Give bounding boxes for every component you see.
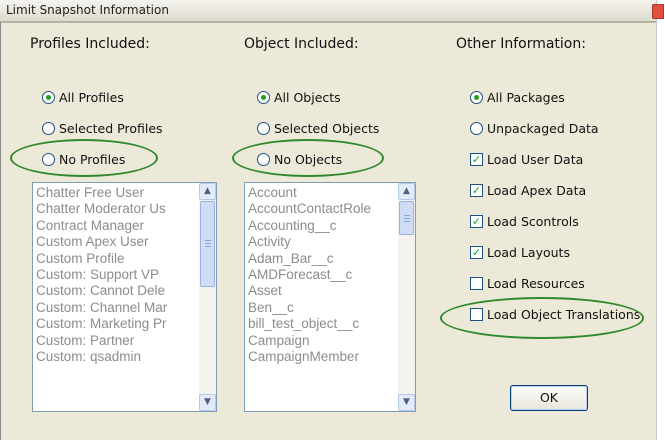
list-item[interactable]: CampaignMember (245, 349, 397, 365)
list-item[interactable]: Asset (245, 283, 397, 299)
checkbox-label: Load Layouts (487, 244, 570, 260)
checkbox-load-scontrols[interactable]: ✓ Load Scontrols (470, 211, 579, 231)
list-item[interactable]: Contract Manager (33, 218, 198, 234)
profiles-list-items: Chatter Free User Chatter Moderator Us Con… (33, 185, 198, 411)
checkbox-load-user-data[interactable]: ✓ Load User Data (470, 149, 583, 169)
radio-all-packages[interactable]: All Packages (470, 87, 565, 107)
checkmark-icon: ✓ (470, 152, 483, 166)
objects-heading: Object Included: (244, 36, 359, 52)
radio-label: Selected Profiles (59, 120, 163, 136)
list-item[interactable]: Campaign (245, 333, 397, 349)
other-heading: Other Information: (456, 36, 586, 52)
background-window-edge (655, 0, 665, 440)
objects-list-items: Account AccountContactRole Accounting__c Ac… (245, 185, 397, 411)
list-item[interactable]: AMDForecast__c (245, 267, 397, 283)
chevron-up-icon[interactable]: ▲ (199, 183, 216, 200)
chevron-down-icon[interactable]: ▼ (398, 394, 415, 411)
list-item[interactable]: Custom: qsadmin (33, 349, 198, 365)
list-item[interactable]: Ben__c (245, 300, 397, 316)
radio-all-objects[interactable]: All Objects (257, 87, 341, 107)
radio-icon (470, 121, 483, 135)
list-item[interactable]: Chatter Free User (33, 185, 198, 201)
checkbox-label: Load Apex Data (487, 182, 587, 198)
checkbox-load-resources[interactable]: Load Resources (470, 273, 585, 293)
chevron-up-icon[interactable]: ▲ (398, 183, 415, 200)
dialog-border (0, 22, 1, 440)
radio-selected-objects[interactable]: Selected Objects (257, 118, 379, 138)
chevron-down-icon[interactable]: ▼ (199, 394, 216, 411)
list-item[interactable]: Custom: Support VP (33, 267, 198, 283)
list-item[interactable]: Accounting__c (245, 218, 397, 234)
radio-unpackaged-data[interactable]: Unpackaged Data (470, 118, 599, 138)
checkbox-label: Load Resources (487, 275, 585, 291)
checkmark-icon: ✓ (470, 214, 483, 228)
highlight-oval-no-profiles (10, 139, 158, 177)
checkmark-icon: ✓ (470, 183, 483, 197)
window-title: Limit Snapshot Information (6, 3, 169, 17)
radio-selected-icon (470, 90, 483, 104)
radio-selected-icon (257, 90, 270, 104)
close-icon[interactable] (652, 4, 664, 19)
checkbox-label: Load Scontrols (487, 213, 579, 229)
radio-label: Selected Objects (274, 120, 380, 136)
list-item[interactable]: Custom: Marketing Pr (33, 316, 198, 332)
profiles-listbox[interactable]: Chatter Free User Chatter Moderator Us Con… (32, 182, 217, 412)
list-item[interactable]: AccountContactRole (245, 201, 397, 217)
radio-icon (42, 121, 55, 135)
list-item[interactable]: Adam_Bar__c (245, 251, 397, 267)
checkbox-load-layouts[interactable]: ✓ Load Layouts (470, 242, 570, 262)
list-item[interactable]: Activity (245, 234, 397, 250)
radio-icon (257, 121, 270, 135)
list-item[interactable]: Account (245, 185, 397, 201)
highlight-oval-load-object-translations (440, 297, 644, 339)
title-bar: Limit Snapshot Information (0, 0, 656, 22)
list-item[interactable]: Custom Apex User (33, 234, 198, 250)
objects-scrollbar[interactable]: ▲ ▼ (398, 183, 415, 411)
list-item[interactable]: Custom: Channel Mar (33, 300, 198, 316)
list-item[interactable]: Custom: Cannot Dele (33, 283, 198, 299)
radio-label: All Objects (274, 89, 341, 105)
scroll-thumb[interactable] (399, 201, 414, 235)
list-item[interactable]: bill_test_object__c (245, 316, 397, 332)
list-item[interactable]: Chatter Moderator Us (33, 201, 198, 217)
highlight-oval-no-objects (232, 139, 384, 177)
radio-all-profiles[interactable]: All Profiles (42, 87, 124, 107)
list-item[interactable]: Custom Profile (33, 251, 198, 267)
radio-label: All Packages (487, 89, 565, 105)
checkmark-icon: ✓ (470, 245, 483, 259)
profiles-scrollbar[interactable]: ▲ ▼ (199, 183, 216, 411)
checkbox-unchecked-icon (470, 276, 483, 290)
checkbox-label: Load User Data (487, 151, 584, 167)
list-item[interactable]: Custom: Partner (33, 333, 198, 349)
profiles-heading: Profiles Included: (30, 36, 150, 52)
radio-selected-profiles[interactable]: Selected Profiles (42, 118, 163, 138)
ok-button[interactable]: OK (510, 385, 588, 411)
objects-listbox[interactable]: Account AccountContactRole Accounting__c Ac… (244, 182, 416, 412)
radio-label: Unpackaged Data (487, 120, 599, 136)
radio-label: All Profiles (59, 89, 124, 105)
scroll-thumb[interactable] (200, 201, 215, 287)
checkbox-load-apex-data[interactable]: ✓ Load Apex Data (470, 180, 586, 200)
radio-selected-icon (42, 90, 55, 104)
